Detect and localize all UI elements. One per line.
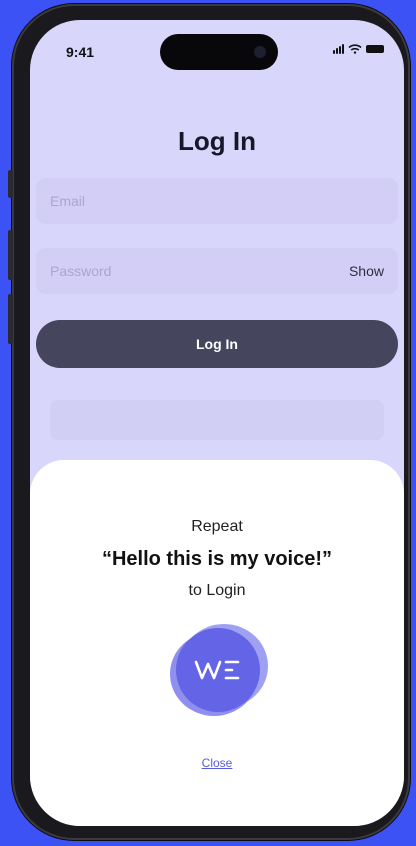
close-link[interactable]: Close <box>30 756 404 770</box>
voice-record-button[interactable] <box>164 620 270 720</box>
background-blur <box>50 400 384 440</box>
to-login-label: to Login <box>188 582 246 599</box>
login-button[interactable]: Log In <box>36 320 398 368</box>
dynamic-island <box>160 34 278 70</box>
email-field[interactable]: Email <box>36 178 398 224</box>
phone-screen: 9:41 Log In Email Password Show Log In R… <box>30 20 404 826</box>
repeat-label: Repeat <box>191 518 243 535</box>
page-title: Log In <box>178 126 256 156</box>
password-placeholder: Password <box>50 263 112 279</box>
status-bar: 9:41 <box>30 20 404 70</box>
volume-down-button <box>8 294 13 344</box>
email-placeholder: Email <box>50 193 86 209</box>
show-password-button[interactable]: Show <box>349 263 384 279</box>
wifi-icon <box>348 44 362 54</box>
battery-icon <box>366 45 384 53</box>
voice-phrase: “Hello this is my voice!” <box>101 548 333 570</box>
voice-login-sheet: Repeat “Hello this is my voice!” to Logi… <box>30 460 404 826</box>
mute-switch <box>8 170 13 198</box>
status-icons <box>333 44 384 54</box>
password-field[interactable]: Password Show <box>36 248 398 294</box>
camera-icon <box>254 46 266 58</box>
status-time: 9:41 <box>66 44 95 60</box>
volume-up-button <box>8 230 13 280</box>
signal-icon <box>333 44 344 54</box>
